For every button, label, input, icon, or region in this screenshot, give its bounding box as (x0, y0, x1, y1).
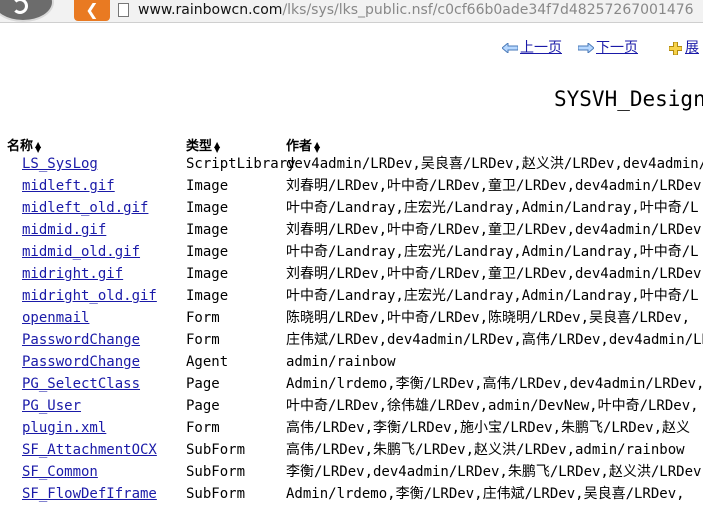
table-row: plugin.xml Form 高伟/LRDev,李衡/LRDev,施小宝/LRDe… (0, 418, 703, 440)
design-type-cell: Image (186, 200, 229, 216)
back-button[interactable]: ❮ (74, 0, 110, 21)
table-row: SF_Common SubForm 李衡/LRDev,dev4admin/LRDev… (0, 462, 703, 484)
column-header-author[interactable]: 作者 ▲ ▼ (286, 135, 320, 154)
design-name-link[interactable]: SF_Common (22, 462, 98, 482)
table-row: midright.gif Image 刘春明/LRDev,叶中奇/LRDev,童卫/… (0, 264, 703, 286)
design-name-link[interactable]: SF_AttachmentOCX (22, 440, 157, 460)
table-row: midright_old.gif Image 叶中奇/Landray,庄宏光/Lan… (0, 286, 703, 308)
table-row: midleft_old.gif Image 叶中奇/Landray,庄宏光/Land… (0, 198, 703, 220)
design-author-cell: admin/rainbow (286, 354, 396, 370)
table-row: PasswordChange Form 庄伟斌/LRDev,dev4admin/LR… (0, 330, 703, 352)
design-name-link[interactable]: SF_FlowDefIframe (22, 484, 157, 504)
design-type-cell: Image (186, 288, 229, 304)
design-name-link[interactable]: midmid.gif (22, 220, 106, 240)
design-name-link[interactable]: midright_old.gif (22, 286, 157, 306)
design-name-link[interactable]: midmid_old.gif (22, 242, 140, 262)
plus-icon (668, 41, 683, 55)
next-page-link[interactable]: 下一页 (578, 37, 638, 57)
design-name-link[interactable]: PG_SelectClass (22, 374, 140, 394)
page-title: SYSVH_Design (554, 87, 703, 111)
design-author-cell: 叶中奇/Landray,庄宏光/Landray,Admin/Landray,叶中… (286, 288, 699, 304)
design-author-cell: dev4admin/LRDev,吴良喜/LRDev,赵义洪/LRDev,dev4… (286, 156, 703, 172)
design-type-cell: Image (186, 222, 229, 238)
design-name-link[interactable]: LS_SysLog (22, 154, 98, 174)
table-row: midmid.gif Image 刘春明/LRDev,叶中奇/LRDev,童卫/LR… (0, 220, 703, 242)
column-header-name[interactable]: 名称 ▲ ▼ (7, 135, 41, 154)
design-author-cell: 刘春明/LRDev,叶中奇/LRDev,童卫/LRDev,dev4admin/L… (286, 222, 702, 238)
design-type-cell: Image (186, 178, 229, 194)
table-row: midmid_old.gif Image 叶中奇/Landray,庄宏光/Landr… (0, 242, 703, 264)
expand-link[interactable]: 展 (668, 37, 699, 57)
design-name-link[interactable]: midleft.gif (22, 176, 115, 196)
browser-toolbar: ❮ www.rainbowcn.com/lks/sys/lks_public.n… (0, 0, 703, 23)
design-type-cell: Image (186, 266, 229, 282)
design-type-cell: ScriptLibrary (186, 156, 296, 172)
table-row: PG_SelectClass Page Admin/lrdemo,李衡/LRDev,… (0, 374, 703, 396)
design-name-link[interactable]: midright.gif (22, 264, 123, 284)
sort-icon: ▲ ▼ (314, 139, 321, 154)
table-row: LS_SysLog ScriptLibrary dev4admin/LRDev,吴良… (0, 154, 703, 176)
design-author-cell: 刘春明/LRDev,叶中奇/LRDev,童卫/LRDev,dev4admin/L… (286, 178, 702, 194)
design-author-cell: 李衡/LRDev,dev4admin/LRDev,朱鹏飞/LRDev,赵义洪/L… (286, 464, 702, 480)
design-author-cell: 刘春明/LRDev,叶中奇/LRDev,童卫/LRDev,dev4admin/L… (286, 266, 702, 282)
design-author-cell: Admin/lrdemo,李衡/LRDev,高伟/LRDev,dev4admin… (286, 376, 703, 392)
table-row: PasswordChange Agent admin/rainbow (0, 352, 703, 374)
table-row: SF_FlowDefIframe SubForm Admin/lrdemo,李衡/L… (0, 484, 703, 506)
table-row: SF_AttachmentOCX SubForm 高伟/LRDev,朱鹏飞/LRDe… (0, 440, 703, 462)
url-text: www.rainbowcn.com/lks/sys/lks_public.nsf… (138, 2, 694, 18)
table-row: PG_User Page 叶中奇/LRDev,徐伟雄/LRDev,admin/Dev… (0, 396, 703, 418)
design-type-cell: Image (186, 244, 229, 260)
design-author-cell: 高伟/LRDev,朱鹏飞/LRDev,赵义洪/LRDev,admin/rainb… (286, 442, 685, 458)
sort-icon: ▲ ▼ (214, 139, 221, 154)
browser-menu-button[interactable] (0, 0, 54, 22)
design-name-link[interactable]: PasswordChange (22, 330, 140, 350)
design-type-cell: Page (186, 398, 220, 414)
address-bar[interactable]: www.rainbowcn.com/lks/sys/lks_public.nsf… (112, 0, 703, 21)
arrow-left-icon (502, 43, 518, 53)
design-name-link[interactable]: openmail (22, 308, 89, 328)
design-type-cell: Page (186, 376, 220, 392)
design-type-cell: SubForm (186, 464, 246, 480)
design-type-cell: Form (186, 332, 220, 348)
design-author-cell: 高伟/LRDev,李衡/LRDev,施小宝/LRDev,朱鹏飞/LRDev,赵义 (286, 420, 691, 436)
table-row: openmail Form 陈晓明/LRDev,叶中奇/LRDev,陈晓明/LRDe… (0, 308, 703, 330)
design-author-cell: 陈晓明/LRDev,叶中奇/LRDev,陈晓明/LRDev,吴良喜/LRDev, (286, 310, 691, 326)
design-type-cell: Agent (186, 354, 229, 370)
design-author-cell: 庄伟斌/LRDev,dev4admin/LRDev,高伟/LRDev,dev4a… (286, 332, 703, 348)
design-type-cell: Form (186, 310, 220, 326)
page-icon (118, 3, 129, 17)
column-header-type[interactable]: 类型 ▲ ▼ (186, 135, 220, 154)
design-author-cell: 叶中奇/Landray,庄宏光/Landray,Admin/Landray,叶中… (286, 244, 699, 260)
design-author-cell: Admin/lrdemo,李衡/LRDev,庄伟斌/LRDev,吴良喜/LRDe… (286, 486, 685, 502)
design-type-cell: SubForm (186, 486, 246, 502)
design-name-link[interactable]: plugin.xml (22, 418, 106, 438)
design-author-cell: 叶中奇/Landray,庄宏光/Landray,Admin/Landray,叶中… (286, 200, 699, 216)
design-name-link[interactable]: midleft_old.gif (22, 198, 148, 218)
design-author-cell: 叶中奇/LRDev,徐伟雄/LRDev,admin/DevNew,叶中奇/LRD… (286, 398, 699, 414)
arrow-right-icon (578, 43, 594, 53)
design-type-cell: Form (186, 420, 220, 436)
prev-page-link[interactable]: 上一页 (502, 37, 562, 57)
table-row: midleft.gif Image 刘春明/LRDev,叶中奇/LRDev,童卫/L… (0, 176, 703, 198)
design-name-link[interactable]: PasswordChange (22, 352, 140, 372)
sort-icon: ▲ ▼ (35, 139, 42, 154)
design-type-cell: SubForm (186, 442, 246, 458)
design-name-link[interactable]: PG_User (22, 396, 81, 416)
